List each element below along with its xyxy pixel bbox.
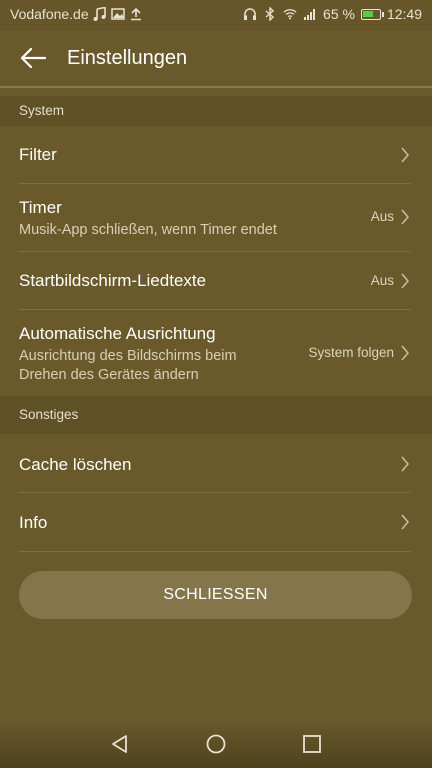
carrier-label: Vodafone.de: [10, 6, 89, 22]
item-description-line2: Drehen des Gerätes ändern: [19, 367, 199, 383]
headphones-icon: [244, 8, 257, 20]
divider: [19, 551, 411, 552]
section-header-system: System: [0, 96, 432, 126]
item-value: System folgen: [308, 345, 394, 360]
app-bar: Einstellungen: [0, 30, 432, 88]
back-triangle-icon[interactable]: [110, 734, 130, 754]
settings-item-info[interactable]: Info: [0, 493, 432, 551]
item-label: Timer: [19, 198, 62, 217]
clock: 12:49: [386, 6, 422, 22]
item-label: Filter: [19, 145, 57, 164]
item-value: Aus: [370, 273, 394, 288]
item-description-line1: Ausrichtung des Bildschirms beim: [19, 348, 237, 364]
chevron-right-icon: [401, 273, 409, 289]
settings-item-filter[interactable]: Filter: [0, 126, 432, 183]
page-title: Einstellungen: [67, 47, 188, 69]
item-value: Aus: [370, 209, 394, 224]
settings-item-rotation[interactable]: Automatische Ausrichtung Ausrichtung des…: [0, 310, 432, 396]
chevron-right-icon: [401, 147, 409, 163]
recents-square-icon[interactable]: [302, 734, 322, 754]
settings-item-clear-cache[interactable]: Cache löschen: [0, 434, 432, 492]
signal-icon: [304, 9, 316, 20]
image-icon: [110, 8, 125, 20]
chevron-right-icon: [401, 345, 409, 361]
chevron-right-icon: [401, 456, 409, 472]
battery-icon: [360, 8, 384, 20]
section-header-other: Sonstiges: [0, 396, 432, 434]
chevron-right-icon: [401, 514, 409, 530]
settings-item-lyrics[interactable]: Startbildschirm-Liedtexte Aus: [0, 252, 432, 309]
chevron-right-icon: [401, 209, 409, 225]
item-label: Info: [19, 513, 48, 532]
navigation-bar: [0, 720, 432, 768]
item-label: Automatische Ausrichtung: [19, 324, 216, 343]
battery-level: [362, 10, 373, 17]
music-note-icon: [93, 7, 106, 21]
upload-icon: [130, 7, 141, 21]
close-button[interactable]: SCHLIESSEN: [19, 571, 412, 619]
settings-item-timer[interactable]: Timer Musik-App schließen, wenn Timer en…: [0, 184, 432, 250]
back-arrow-icon[interactable]: [20, 46, 46, 70]
item-description: Musik-App schließen, wenn Timer endet: [19, 222, 277, 238]
item-label: Startbildschirm-Liedtexte: [19, 271, 207, 290]
home-circle-icon[interactable]: [206, 734, 226, 754]
battery-percent: 65 %: [323, 6, 355, 22]
item-label: Cache löschen: [19, 455, 132, 474]
status-bar: Vodafone.de 65 % 12:49: [0, 0, 432, 30]
bluetooth-icon: [265, 7, 275, 21]
wifi-icon: [283, 9, 297, 20]
